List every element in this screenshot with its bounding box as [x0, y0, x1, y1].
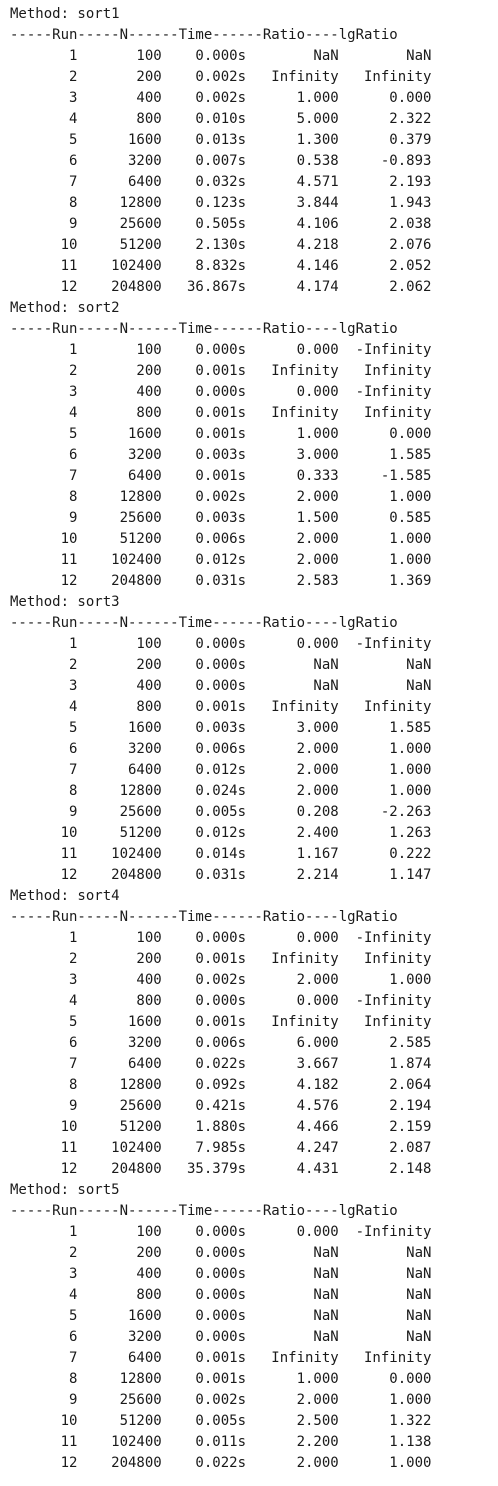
table-row: 4 800 0.001s Infinity Infinity	[10, 405, 432, 421]
table-row: 5 1600 0.013s 1.300 0.379	[10, 132, 432, 148]
method-block: Method: sort1 -----Run-----N------Time---…	[10, 4, 498, 298]
table-row: 9 25600 0.003s 1.500 0.585	[10, 510, 432, 526]
table-row: 4 800 0.000s NaN NaN	[10, 1287, 432, 1303]
method-block: Method: sort3 -----Run-----N------Time---…	[10, 592, 498, 886]
method-label: Method: sort1	[10, 6, 120, 22]
table-row: 1 100 0.000s 0.000 -Infinity	[10, 930, 432, 946]
table-row: 3 400 0.000s NaN NaN	[10, 678, 432, 694]
table-row: 6 3200 0.006s 6.000 2.585	[10, 1035, 432, 1051]
table-row: 8 12800 0.001s 1.000 0.000	[10, 1371, 432, 1387]
table-row: 6 3200 0.006s 2.000 1.000	[10, 741, 432, 757]
method-block: Method: sort2 -----Run-----N------Time---…	[10, 298, 498, 592]
table-row: 12 204800 0.031s 2.214 1.147	[10, 867, 432, 883]
table-row: 2 200 0.001s Infinity Infinity	[10, 363, 432, 379]
column-header: -----Run-----N------Time------Ratio----l…	[10, 27, 398, 43]
method-label: Method: sort2	[10, 300, 120, 316]
table-row: 6 3200 0.007s 0.538 -0.893	[10, 153, 432, 169]
table-row: 3 400 0.002s 2.000 1.000	[10, 972, 432, 988]
table-row: 1 100 0.000s 0.000 -Infinity	[10, 342, 432, 358]
table-row: 5 1600 0.001s 1.000 0.000	[10, 426, 432, 442]
table-row: 7 6400 0.001s Infinity Infinity	[10, 1350, 432, 1366]
table-row: 7 6400 0.001s 0.333 -1.585	[10, 468, 432, 484]
table-row: 5 1600 0.001s Infinity Infinity	[10, 1014, 432, 1030]
table-row: 6 3200 0.000s NaN NaN	[10, 1329, 432, 1345]
table-row: 4 800 0.001s Infinity Infinity	[10, 699, 432, 715]
table-row: 2 200 0.002s Infinity Infinity	[10, 69, 432, 85]
method-label: Method: sort4	[10, 888, 120, 904]
table-row: 11 102400 7.985s 4.247 2.087	[10, 1140, 432, 1156]
table-row: 9 25600 0.005s 0.208 -2.263	[10, 804, 432, 820]
table-row: 7 6400 0.032s 4.571 2.193	[10, 174, 432, 190]
column-header: -----Run-----N------Time------Ratio----l…	[10, 1203, 398, 1219]
table-row: 6 3200 0.003s 3.000 1.585	[10, 447, 432, 463]
table-row: 2 200 0.000s NaN NaN	[10, 1245, 432, 1261]
table-row: 2 200 0.000s NaN NaN	[10, 657, 432, 673]
table-row: 9 25600 0.421s 4.576 2.194	[10, 1098, 432, 1114]
table-row: 8 12800 0.002s 2.000 1.000	[10, 489, 432, 505]
table-row: 10 51200 0.005s 2.500 1.322	[10, 1413, 432, 1429]
table-row: 12 204800 0.031s 2.583 1.369	[10, 573, 432, 589]
table-row: 2 200 0.001s Infinity Infinity	[10, 951, 432, 967]
table-row: 5 1600 0.000s NaN NaN	[10, 1308, 432, 1324]
table-row: 3 400 0.002s 1.000 0.000	[10, 90, 432, 106]
table-row: 11 102400 8.832s 4.146 2.052	[10, 258, 432, 274]
table-row: 5 1600 0.003s 3.000 1.585	[10, 720, 432, 736]
table-row: 3 400 0.000s 0.000 -Infinity	[10, 384, 432, 400]
table-row: 4 800 0.000s 0.000 -Infinity	[10, 993, 432, 1009]
table-row: 8 12800 0.123s 3.844 1.943	[10, 195, 432, 211]
table-row: 1 100 0.000s NaN NaN	[10, 48, 432, 64]
table-row: 9 25600 0.505s 4.106 2.038	[10, 216, 432, 232]
method-block: Method: sort5 -----Run-----N------Time---…	[10, 1180, 498, 1474]
column-header: -----Run-----N------Time------Ratio----l…	[10, 909, 398, 925]
table-row: 9 25600 0.002s 2.000 1.000	[10, 1392, 432, 1408]
table-row: 11 102400 0.012s 2.000 1.000	[10, 552, 432, 568]
console-output: Method: sort1 -----Run-----N------Time---…	[0, 0, 498, 1486]
table-row: 12 204800 35.379s 4.431 2.148	[10, 1161, 432, 1177]
table-row: 8 12800 0.092s 4.182 2.064	[10, 1077, 432, 1093]
table-row: 10 51200 0.012s 2.400 1.263	[10, 825, 432, 841]
table-row: 8 12800 0.024s 2.000 1.000	[10, 783, 432, 799]
table-row: 3 400 0.000s NaN NaN	[10, 1266, 432, 1282]
table-row: 7 6400 0.022s 3.667 1.874	[10, 1056, 432, 1072]
method-label: Method: sort5	[10, 1182, 120, 1198]
table-row: 4 800 0.010s 5.000 2.322	[10, 111, 432, 127]
table-row: 7 6400 0.012s 2.000 1.000	[10, 762, 432, 778]
table-row: 1 100 0.000s 0.000 -Infinity	[10, 636, 432, 652]
table-row: 10 51200 2.130s 4.218 2.076	[10, 237, 432, 253]
table-row: 12 204800 0.022s 2.000 1.000	[10, 1455, 432, 1471]
table-row: 11 102400 0.014s 1.167 0.222	[10, 846, 432, 862]
method-block: Method: sort4 -----Run-----N------Time---…	[10, 886, 498, 1180]
column-header: -----Run-----N------Time------Ratio----l…	[10, 615, 398, 631]
column-header: -----Run-----N------Time------Ratio----l…	[10, 321, 398, 337]
table-row: 10 51200 0.006s 2.000 1.000	[10, 531, 432, 547]
table-row: 11 102400 0.011s 2.200 1.138	[10, 1434, 432, 1450]
table-row: 12 204800 36.867s 4.174 2.062	[10, 279, 432, 295]
table-row: 10 51200 1.880s 4.466 2.159	[10, 1119, 432, 1135]
table-row: 1 100 0.000s 0.000 -Infinity	[10, 1224, 432, 1240]
method-label: Method: sort3	[10, 594, 120, 610]
